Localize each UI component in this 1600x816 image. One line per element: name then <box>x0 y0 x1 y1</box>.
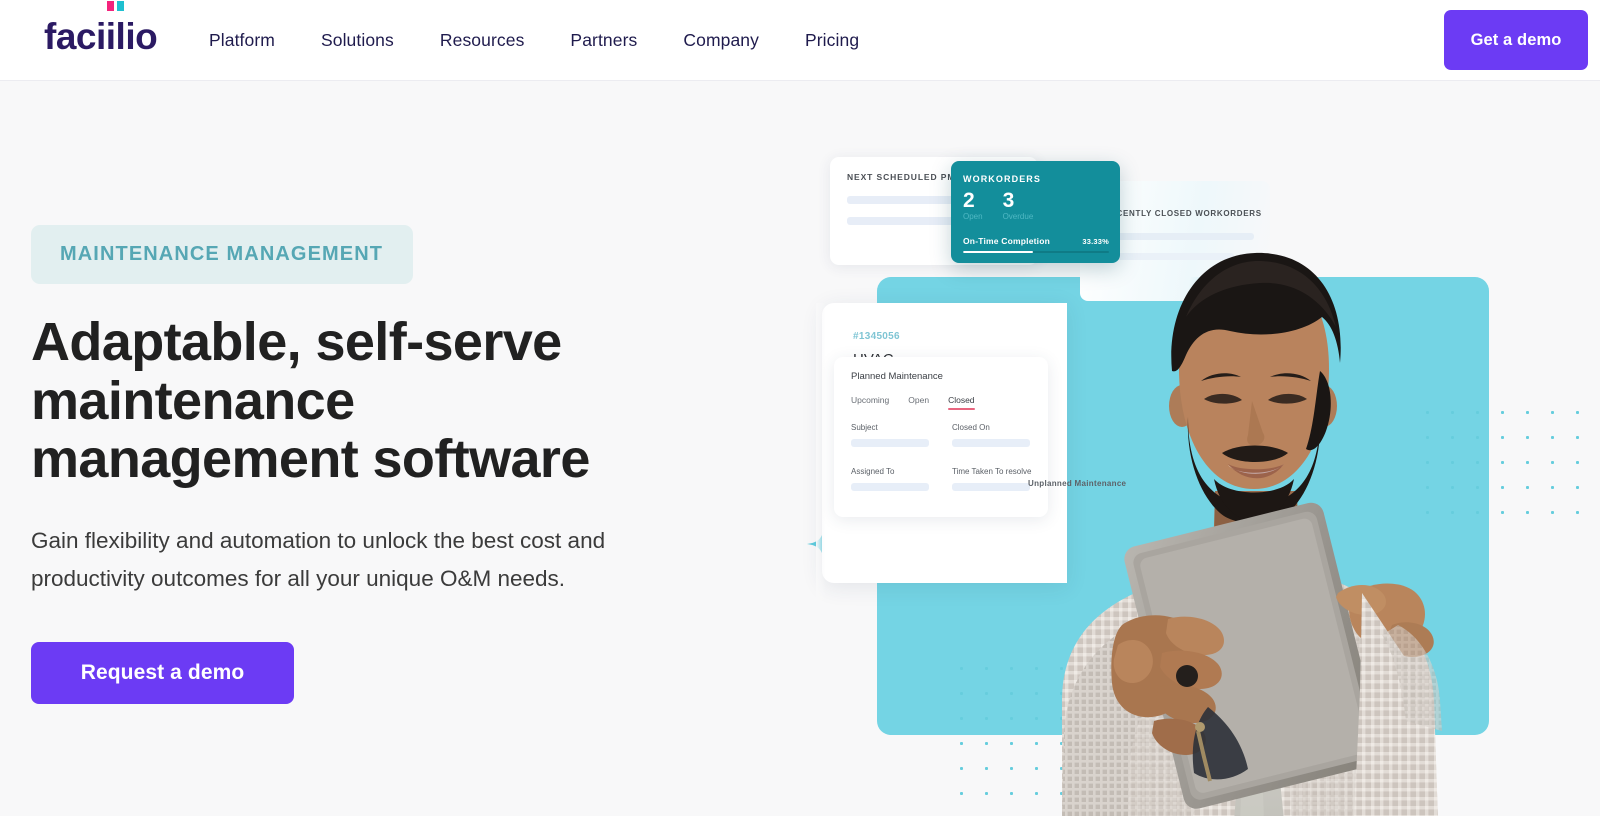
nav-item-pricing[interactable]: Pricing <box>805 30 859 51</box>
stat-caption: Overdue <box>1002 212 1034 221</box>
logo-pink-dot-icon <box>106 1 114 11</box>
card-left-fade <box>816 303 826 763</box>
placeholder-bar <box>851 439 929 447</box>
recently-closed-label: RECENTLY CLOSED WORKORDERS <box>1104 209 1262 218</box>
stat-caption: Open <box>963 212 983 221</box>
category-badge: MAINTENANCE MANAGEMENT <box>31 225 414 284</box>
person-with-tablet-photo <box>1002 221 1502 816</box>
hero-visual: #1345056 HVAC NEXT SCHEDULED PM RECENTLY… <box>780 81 1600 816</box>
field-label: Assigned To <box>851 467 895 476</box>
hero-subtext: Gain flexibility and automation to unloc… <box>31 527 606 592</box>
tab-upcoming[interactable]: Upcoming <box>851 395 889 410</box>
logo-teal-dot-icon <box>116 1 124 11</box>
facilio-logo[interactable]: faci i l io <box>44 1 158 57</box>
request-a-demo-button[interactable]: Request a demo <box>31 642 294 705</box>
hero-section: MAINTENANCE MANAGEMENT Adaptable, self-s… <box>0 81 1600 816</box>
tab-open[interactable]: Open <box>908 395 929 410</box>
logo-i-dot-wrap: i <box>105 1 116 57</box>
workorders-title: WORKORDERS <box>963 174 1041 184</box>
logo-text-part1: faci <box>44 16 106 57</box>
logo-text-part3: io <box>125 16 158 57</box>
logo-text-part2: l <box>115 16 126 57</box>
stat-value: 3 <box>1002 189 1015 212</box>
main-navigation: Platform Solutions Resources Partners Co… <box>209 0 859 81</box>
stat-value: 2 <box>963 189 975 212</box>
nav-item-partners[interactable]: Partners <box>570 30 637 51</box>
placeholder-bar <box>851 483 929 491</box>
hero-copy: MAINTENANCE MANAGEMENT Adaptable, self-s… <box>31 225 731 705</box>
field-label: Subject <box>851 423 878 432</box>
workorders-stats: 2 Open 3 Overdue <box>963 190 1120 221</box>
site-header: faci i l io Platform Solutions Resources Pa… <box>0 0 1600 81</box>
logo-l-dot-wrap: l <box>115 1 126 57</box>
logo-text-i: i <box>105 16 116 57</box>
field-assigned-to: Assigned To <box>851 467 929 491</box>
nav-item-company[interactable]: Company <box>683 30 759 51</box>
get-a-demo-button[interactable]: Get a demo <box>1444 10 1588 70</box>
planned-maintenance-title: Planned Maintenance <box>851 371 943 382</box>
planned-maintenance-tabs: Upcoming Open Closed <box>851 395 976 410</box>
nav-item-resources[interactable]: Resources <box>440 30 525 51</box>
nav-item-solutions[interactable]: Solutions <box>321 30 394 51</box>
field-subject: Subject <box>851 423 929 447</box>
tab-closed[interactable]: Closed <box>948 395 976 410</box>
page-title: Adaptable, self-serve maintenance manage… <box>31 312 590 490</box>
nav-item-platform[interactable]: Platform <box>209 30 275 51</box>
workorders-stat-open: 2 Open <box>963 190 983 221</box>
workorders-stat-overdue: 3 Overdue <box>1003 190 1034 221</box>
